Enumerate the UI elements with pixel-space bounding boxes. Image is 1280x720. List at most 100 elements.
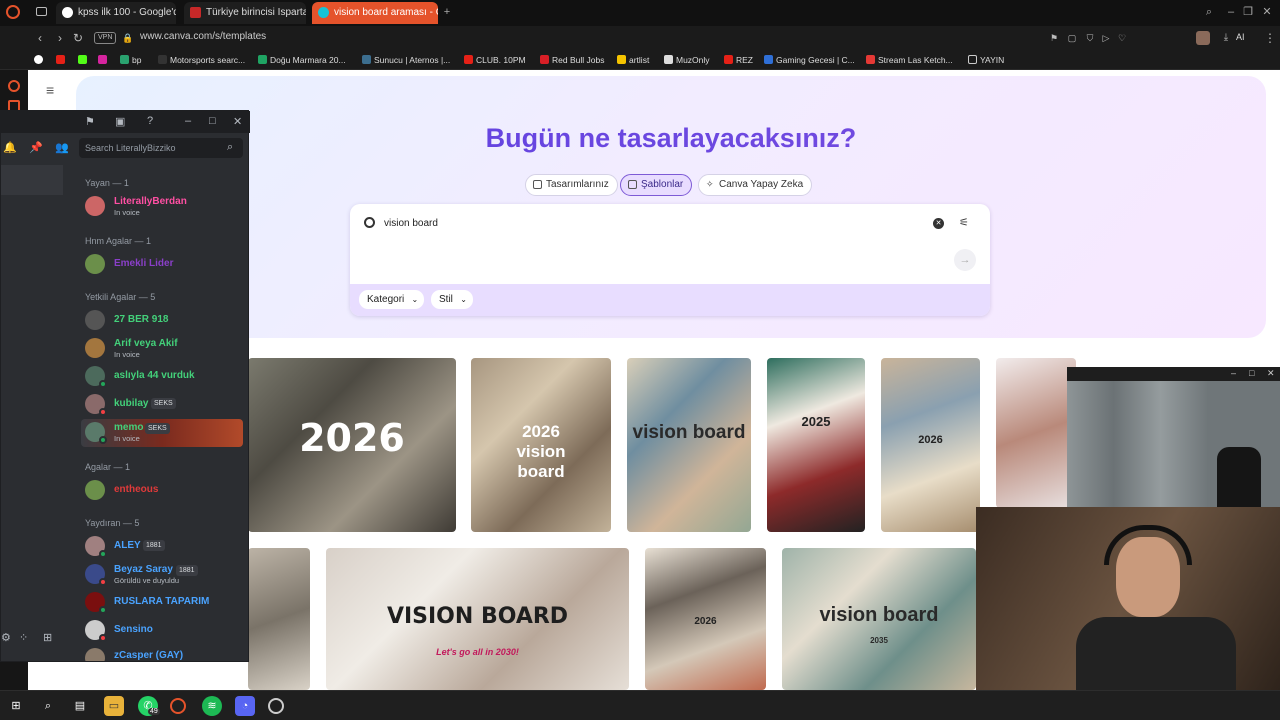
spotify-icon[interactable]: ≋ [202,696,222,716]
tab-news[interactable]: Türkiye birincisi Isparta'da [184,2,306,24]
template-card[interactable] [996,358,1076,508]
snapshot-icon[interactable]: ▢ [1064,30,1080,46]
heart-icon[interactable]: ♡ [1114,30,1130,46]
category-dropdown[interactable]: Kategori ⌄ [359,290,425,309]
member-item[interactable]: 27 BER 918 [81,307,243,333]
gift-icon[interactable]: ⊞ [43,631,52,644]
flag-icon[interactable]: ⚑ [85,115,95,128]
play-icon[interactable]: ▷ [1098,30,1114,46]
bookmark-stream[interactable]: Stream Las Ketch... [866,53,953,67]
bookmark-bp[interactable]: bp [120,53,141,67]
member-item[interactable]: Emekli Lider [81,251,243,277]
template-card[interactable]: 2026 [645,548,766,690]
member-item[interactable]: kubilay SEKS [81,391,243,417]
template-card[interactable]: VISION BOARD Let's go all in 2030! [326,548,629,690]
bookmark-muzonly[interactable]: MuzOnly [664,53,710,67]
bookmark-aternos[interactable]: Sunucu | Aternos |... [362,53,450,67]
tab-overview-icon[interactable] [36,7,47,16]
download-icon[interactable]: ⤓ [1218,30,1234,46]
maximize-button[interactable]: □ [209,115,216,127]
tab-canva-ai[interactable]: ✧ Canva Yapay Zeka [698,174,813,196]
filter-settings-icon[interactable]: ⚟ [959,216,969,229]
members-icon[interactable]: 👥 [55,141,69,154]
new-tab-button[interactable]: + [440,5,454,19]
search-icon[interactable]: ⌕ [38,696,58,716]
close-button[interactable]: ✕ [233,115,242,128]
bookmark-youtube[interactable] [56,53,68,67]
minimize-button[interactable]: – [1224,5,1238,19]
search-input[interactable]: vision board [384,218,438,229]
style-dropdown[interactable]: Stil ⌄ [431,290,473,309]
bookmark-yayin[interactable]: YAYIN [968,53,1004,67]
template-card[interactable]: vision board 2035 [782,548,976,690]
bookmark-instagram[interactable] [98,53,110,67]
online-status-icon [99,380,107,388]
tab-templates[interactable]: Şablonlar [620,174,693,196]
bookmark-dogu-marmara[interactable]: Doğu Marmara 20... [258,53,346,67]
template-card[interactable]: 2026 vision board [471,358,611,532]
submit-search-button[interactable]: → [954,249,976,271]
bookmark-gaming[interactable]: Gaming Gecesi | C... [764,53,855,67]
clear-search-icon[interactable]: ✕ [933,218,944,229]
member-name: zCasper (GAY) [114,650,184,661]
forward-icon[interactable]: › [52,30,68,46]
help-icon[interactable]: ? [147,115,153,127]
reload-icon[interactable]: ↻ [70,30,86,46]
profile-avatar[interactable] [1196,31,1210,45]
extensions-icon[interactable]: ⚑ [1046,30,1062,46]
aria-ai-button[interactable]: AI [1236,32,1245,42]
task-view-icon[interactable]: ▤ [70,696,90,716]
minimize-button[interactable]: – [1231,368,1236,378]
file-explorer-icon[interactable]: ▭ [104,696,124,716]
bookmark-motorsports[interactable]: Motorsports searc... [158,53,245,67]
back-icon[interactable]: ‹ [32,30,48,46]
bookmark-club[interactable]: CLUB. 10PM [464,53,526,67]
opera-logo-icon[interactable] [6,5,20,19]
member-item[interactable]: RUSLARA TAPARIM [81,589,243,615]
sidebar-home-icon[interactable] [8,80,20,92]
tab-google-search[interactable]: kpss ilk 100 - Google'da A [56,2,176,24]
url-field[interactable]: www.canva.com/s/templates [140,31,266,42]
bell-icon[interactable]: 🔔 [3,141,17,154]
member-item[interactable]: Beyaz Saray 1881 Görüldü ve duyuldu [81,561,243,587]
template-card[interactable]: vision board [627,358,751,532]
opera-icon[interactable] [170,698,186,714]
windows-start-icon[interactable]: ⊞ [6,696,26,716]
member-item[interactable]: aslıyla 44 vurduk [81,363,243,389]
member-search-input[interactable]: Search LiterallyBizziko [79,138,243,158]
member-item[interactable]: Sensino [81,617,243,643]
tab-your-designs[interactable]: Tasarımlarınız [525,174,618,196]
bookmark-redbull[interactable]: Red Bull Jobs [540,53,604,67]
close-button[interactable]: ✕ [1267,368,1275,379]
member-item[interactable]: entheous [81,477,243,503]
member-item[interactable]: zCasper (GAY) [81,645,243,661]
shield-icon[interactable]: ⛉ [1082,30,1098,46]
discord-settings-icon[interactable]: ⚙ [1,631,11,644]
bookmark-google[interactable] [34,53,46,67]
menu-dots-icon[interactable]: ⋮ [1262,30,1278,46]
template-card[interactable]: 2026 [881,358,980,532]
member-item[interactable]: Arif veya Akif In voice [81,335,243,361]
inbox-icon[interactable]: ▣ [115,115,125,128]
apps-icon[interactable]: ⁘ [19,631,28,644]
canva-menu-icon[interactable]: ≡ [46,82,54,98]
discord-icon[interactable]: ◔ [235,696,255,716]
vpn-badge[interactable]: VPN [94,32,117,44]
template-card[interactable]: 2025 [767,358,865,532]
bookmark-rez[interactable]: REZ [724,53,753,67]
member-item[interactable]: LiterallyBerdan In voice [81,193,243,219]
member-item-active[interactable]: memo SEKS In voice [81,419,243,447]
bookmark-kick[interactable] [78,53,90,67]
maximize-button[interactable]: ❐ [1241,5,1255,19]
close-button[interactable]: ✕ [1260,5,1274,19]
minimize-button[interactable]: – [185,115,191,127]
maximize-button[interactable]: □ [1249,368,1254,378]
template-card[interactable] [248,548,310,690]
obs-icon[interactable] [268,698,284,714]
search-tabs-icon[interactable]: ⌕ [1202,5,1216,19]
bookmark-artlist[interactable]: artlist [617,53,649,67]
member-item[interactable]: ALEY 1881 [81,533,243,559]
tab-canva[interactable]: vision board araması - Can [312,2,438,24]
pin-icon[interactable]: 📌 [29,141,43,154]
template-card[interactable]: 2026 [248,358,456,532]
